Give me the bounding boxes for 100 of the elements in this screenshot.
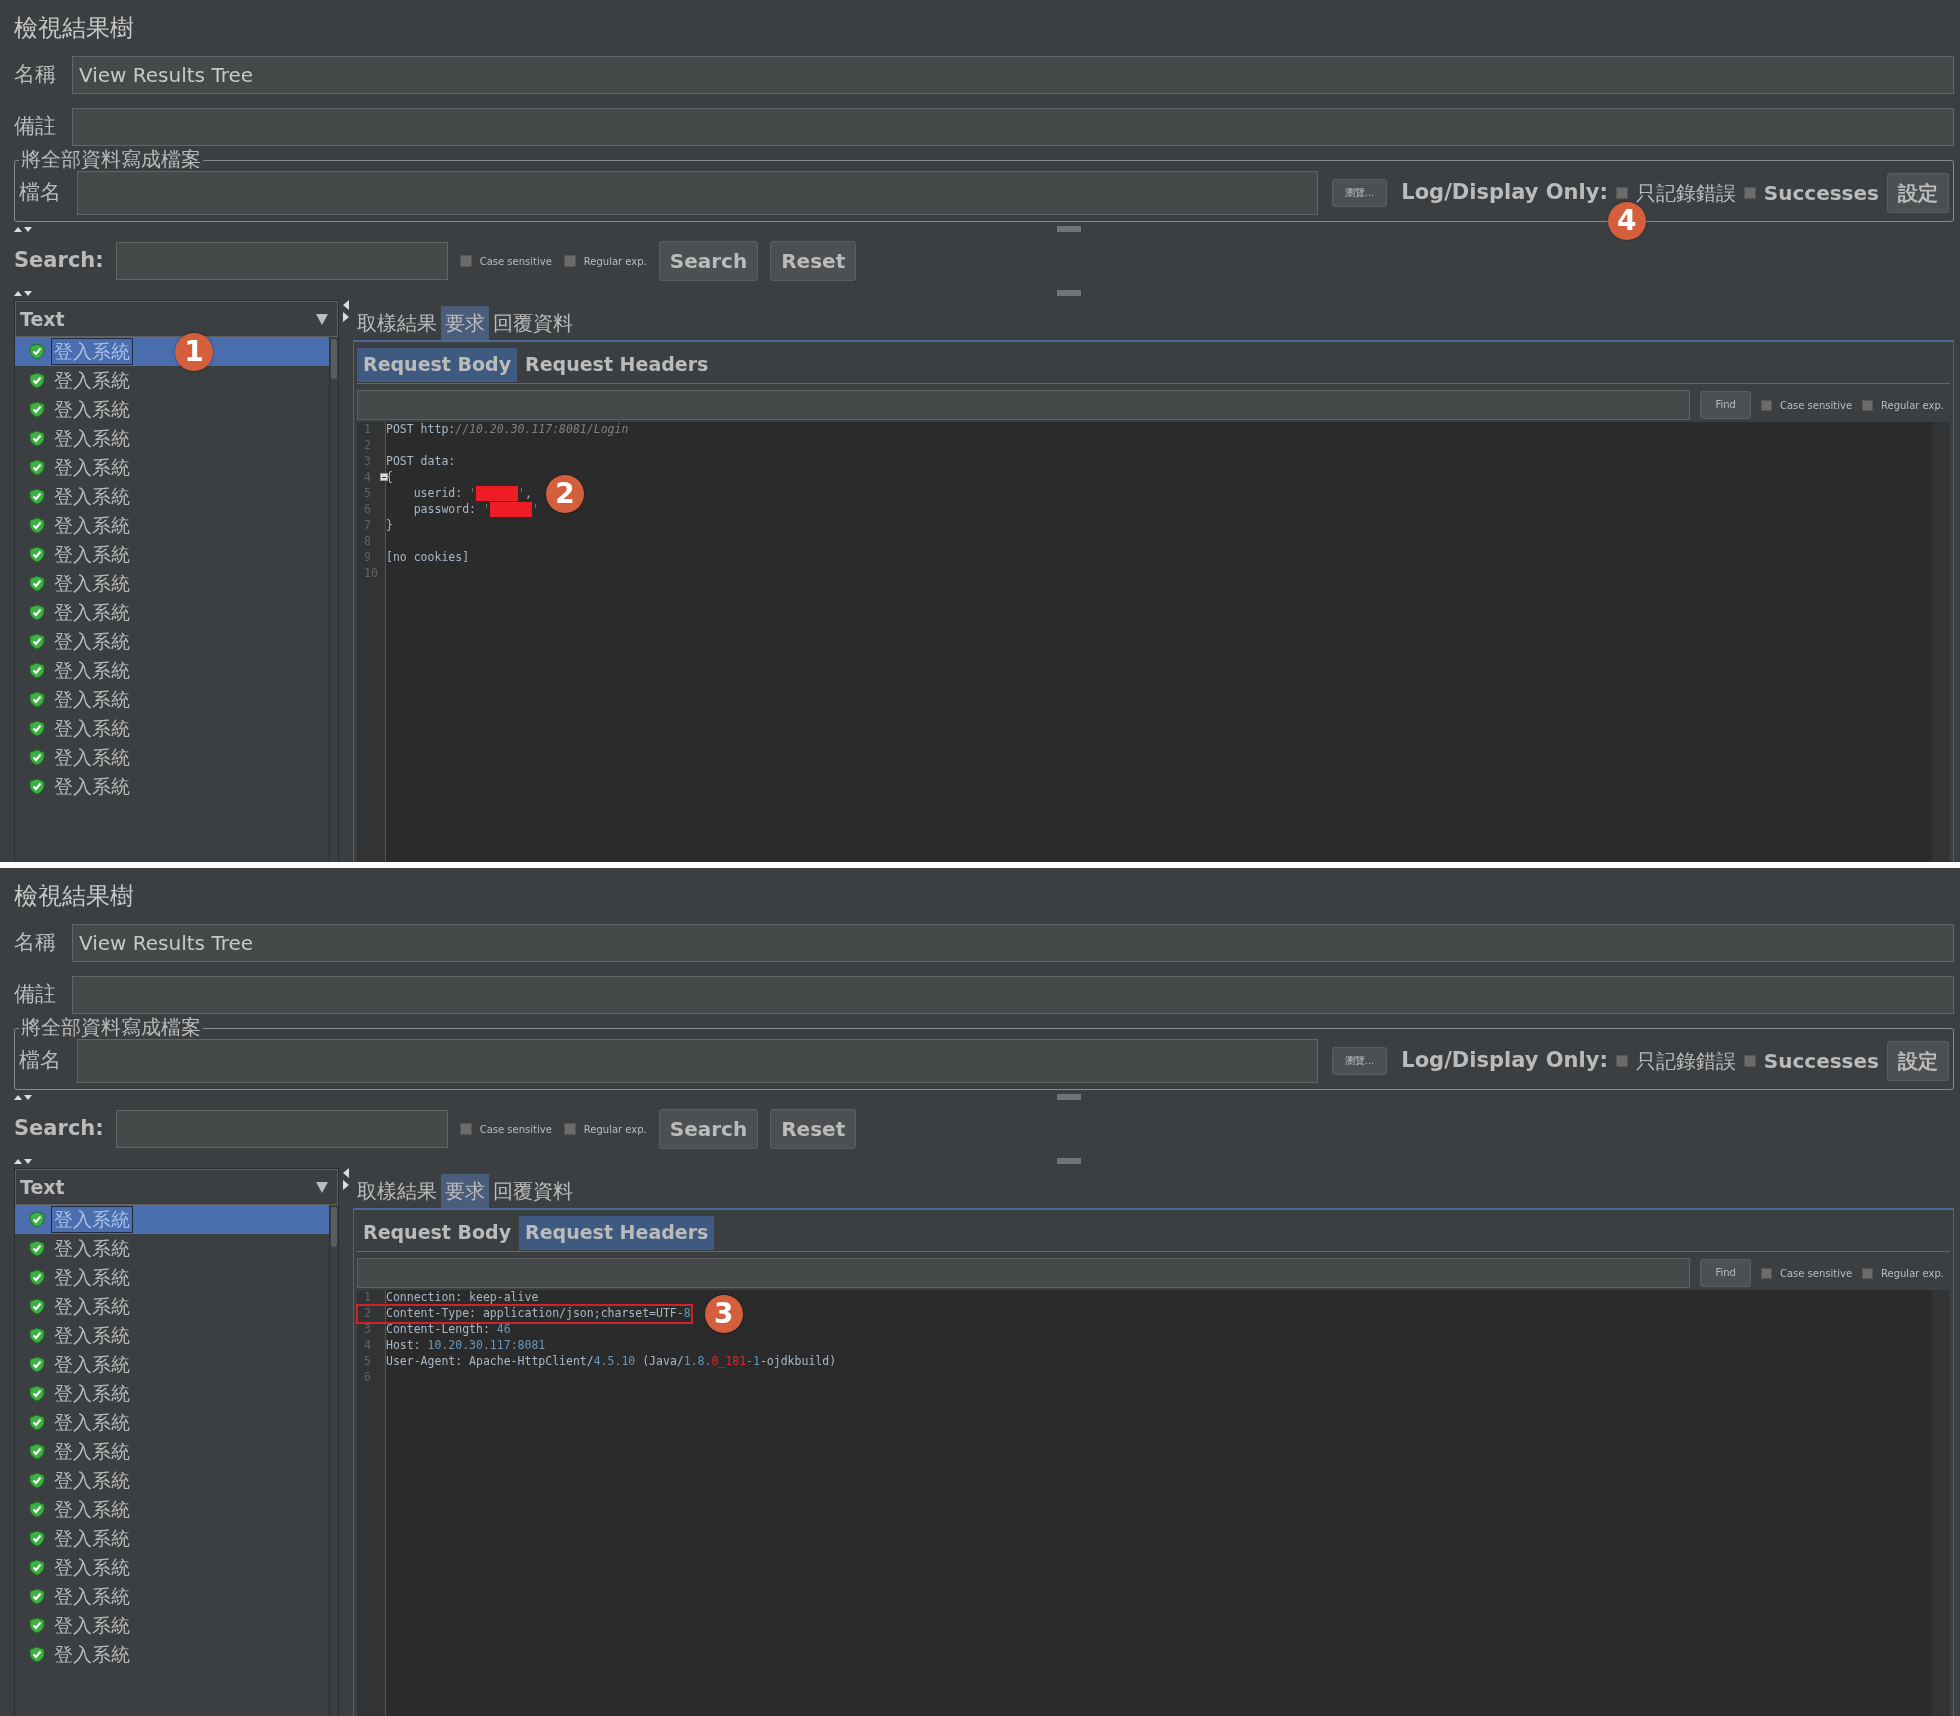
tree-item[interactable]: 登入系統 — [15, 1466, 329, 1495]
comment-field[interactable] — [72, 108, 1954, 146]
tree-item[interactable]: 登入系統 — [15, 1495, 329, 1524]
configure-button[interactable]: 設定 — [1887, 173, 1949, 213]
checkbox[interactable] — [1615, 1055, 1628, 1067]
tree-item[interactable]: 登入系統 — [15, 1263, 329, 1292]
checkbox[interactable] — [563, 255, 576, 267]
code-line: password: ' ' — [412, 501, 539, 519]
tab[interactable]: 取樣結果 — [353, 306, 441, 340]
tree-item[interactable]: 登入系統 — [15, 656, 329, 685]
tree-item[interactable]: 登入系統 — [15, 1234, 329, 1263]
tree-item[interactable]: 登入系統 — [15, 1321, 329, 1350]
tree-item[interactable]: 登入系統 — [15, 395, 329, 424]
tree-item[interactable]: 登入系統 — [15, 453, 329, 482]
comment-field[interactable] — [72, 976, 1954, 1014]
tree-item[interactable]: 登入系統 — [15, 540, 329, 569]
name-field[interactable]: View Results Tree — [72, 924, 1954, 962]
tree-item[interactable]: 登入系統 — [15, 772, 329, 801]
tab[interactable]: 要求 — [441, 306, 489, 340]
find-button[interactable]: Find — [1700, 1259, 1751, 1287]
code-line: POST data: — [385, 453, 456, 471]
checkbox[interactable] — [1760, 399, 1772, 411]
tree-item[interactable]: 登入系統 — [15, 1437, 329, 1466]
log-display-label: Log/Display Only: — [1401, 1047, 1608, 1075]
search-button[interactable]: Search — [658, 1109, 759, 1149]
tree-item[interactable]: 登入系統 — [15, 1582, 329, 1611]
checkbox[interactable] — [459, 1123, 472, 1135]
collapse-arrows-icon — [14, 1157, 32, 1165]
checkbox[interactable] — [1862, 399, 1874, 411]
find-field[interactable] — [357, 1258, 1691, 1288]
tab[interactable]: 回覆資料 — [489, 306, 577, 340]
tab[interactable]: 要求 — [441, 1174, 489, 1208]
field-label: 備註 — [14, 981, 57, 1009]
field-label: 檔名 — [19, 179, 62, 207]
callout-badge: 1 — [175, 333, 213, 371]
tree-item[interactable]: 登入系統 — [15, 598, 329, 627]
search-button[interactable]: Search — [658, 241, 759, 281]
browse-button[interactable]: 瀏覽... — [1331, 1047, 1388, 1075]
shield-check-icon — [29, 1240, 45, 1257]
splitter-grip-icon — [1057, 290, 1081, 296]
tab[interactable]: Request Headers — [519, 1215, 715, 1250]
reset-button[interactable]: Reset — [770, 1109, 857, 1149]
filename-field[interactable] — [77, 171, 1318, 215]
tree-item[interactable]: 登入系統 — [15, 1611, 329, 1640]
checkbox[interactable] — [1615, 187, 1628, 199]
tab[interactable]: 回覆資料 — [489, 1174, 577, 1208]
find-field[interactable] — [357, 390, 1691, 420]
name-field[interactable]: View Results Tree — [72, 56, 1954, 94]
tab[interactable]: Request Headers — [519, 347, 715, 382]
shield-check-icon — [29, 1443, 45, 1460]
fold-icon[interactable] — [380, 473, 388, 482]
checkbox[interactable] — [1743, 187, 1756, 199]
tree-item[interactable]: 登入系統 — [15, 1524, 329, 1553]
tree-item[interactable]: 登入系統 — [15, 627, 329, 656]
reset-button[interactable]: Reset — [770, 241, 857, 281]
shield-check-icon — [29, 488, 45, 505]
search-field[interactable] — [115, 1110, 448, 1148]
shield-check-icon — [29, 1327, 45, 1344]
tree-item[interactable]: 登入系統 — [15, 1292, 329, 1321]
browse-button[interactable]: 瀏覽... — [1331, 179, 1388, 207]
tree-item[interactable]: 登入系統 — [15, 569, 329, 598]
tree-item[interactable]: 登入系統 — [15, 685, 329, 714]
search-label: Search: — [14, 247, 104, 275]
tree-item[interactable]: 登入系統 — [15, 511, 329, 540]
filename-field[interactable] — [77, 1039, 1318, 1083]
splitter-arrows-icon — [342, 300, 350, 322]
shield-check-icon — [29, 778, 45, 795]
tab[interactable]: 取樣結果 — [353, 1174, 441, 1208]
tree-item[interactable]: 登入系統 — [15, 743, 329, 772]
tree-item[interactable]: 登入系統 — [15, 424, 329, 453]
find-button[interactable]: Find — [1700, 391, 1751, 419]
checkbox-label: Regular exp. — [583, 1122, 647, 1137]
scrollbar-thumb[interactable] — [331, 339, 337, 379]
tree-item[interactable]: 登入系統 — [15, 1379, 329, 1408]
code-line: } — [385, 517, 393, 535]
tab[interactable]: Request Body — [357, 1215, 518, 1250]
renderer-dropdown[interactable]: Text — [15, 301, 338, 337]
tree-item[interactable]: 登入系統 — [15, 1640, 329, 1669]
tree-item[interactable]: 登入系統 — [15, 1553, 329, 1582]
tree-item[interactable]: 登入系統 — [15, 1350, 329, 1379]
checkbox[interactable] — [1760, 1267, 1772, 1279]
code-line: Content-Length: 46 — [385, 1321, 511, 1339]
callout-badge: 3 — [704, 1295, 743, 1333]
configure-button[interactable]: 設定 — [1887, 1041, 1949, 1081]
shield-check-icon — [29, 430, 45, 447]
shield-check-icon — [29, 1501, 45, 1518]
tab[interactable]: Request Body — [357, 347, 518, 382]
renderer-dropdown[interactable]: Text — [15, 1169, 338, 1205]
group-legend: 將全部資料寫成檔案 — [19, 1015, 203, 1039]
shield-check-icon — [29, 1530, 45, 1547]
collapse-arrows-icon — [14, 225, 32, 233]
tree-item[interactable]: 登入系統 — [15, 1408, 329, 1437]
tree-item[interactable]: 登入系統 — [15, 482, 329, 511]
checkbox[interactable] — [459, 255, 472, 267]
scrollbar-thumb[interactable] — [331, 1207, 337, 1247]
checkbox[interactable] — [563, 1123, 576, 1135]
checkbox[interactable] — [1862, 1267, 1874, 1279]
search-field[interactable] — [115, 242, 448, 280]
checkbox[interactable] — [1743, 1055, 1756, 1067]
tree-item[interactable]: 登入系統 — [15, 714, 329, 743]
